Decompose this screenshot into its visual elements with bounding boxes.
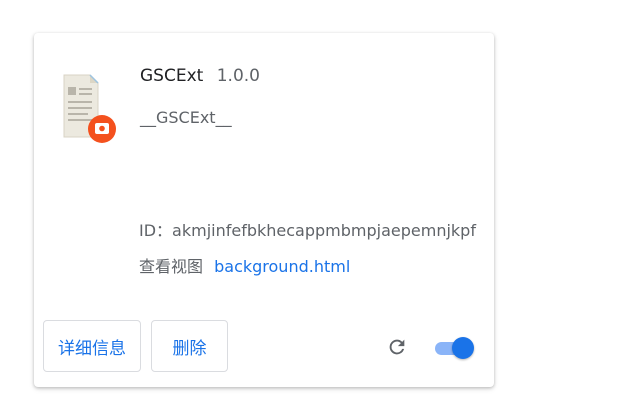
inspect-views-label: 查看视图: [139, 257, 204, 276]
inspect-views-row: 查看视图 background.html: [139, 253, 350, 277]
extension-icon: [60, 71, 122, 149]
extension-id: ID：akmjinfefbkhecappmbmpjaepemnjkpf: [139, 221, 476, 240]
toggle-knob: [452, 337, 474, 359]
extension-name: GSCExt: [140, 66, 204, 86]
enable-toggle[interactable]: [434, 335, 474, 361]
extension-card: GSCExt 1.0.0 __GSCExt__ ID：akmjinfefbkhe…: [34, 33, 494, 387]
details-button[interactable]: 详细信息: [43, 320, 141, 372]
remove-button[interactable]: 删除: [151, 320, 228, 372]
extension-description: __GSCExt__: [140, 108, 232, 127]
background-page-link[interactable]: background.html: [214, 257, 350, 276]
reload-icon[interactable]: [386, 336, 408, 358]
extension-title: GSCExt 1.0.0: [140, 66, 260, 86]
extension-version: 1.0.0: [216, 66, 260, 86]
